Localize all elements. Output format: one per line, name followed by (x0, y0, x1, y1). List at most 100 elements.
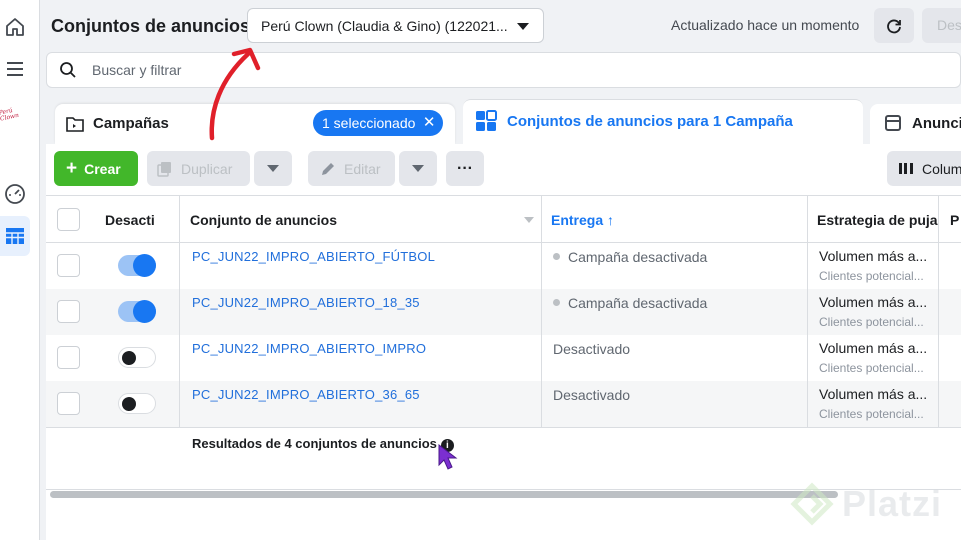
bid-strategy-subtext: Clientes potencial... (819, 407, 924, 421)
table-row[interactable]: PC_JUN22_IMPRO_ABIERTO_36_65 Desactivado V… (46, 381, 961, 427)
selected-filter-pill[interactable]: 1 seleccionado ✕ (313, 110, 444, 136)
edit-button[interactable]: Editar (308, 151, 395, 186)
bid-strategy: Volumen más a... (819, 294, 928, 310)
more-icon: ··· (457, 159, 473, 177)
chevron-down-icon (517, 23, 529, 30)
search-placeholder: Buscar y filtrar (92, 62, 182, 78)
gauge-icon[interactable] (0, 179, 30, 209)
more-options-button[interactable]: ··· (446, 151, 484, 186)
bid-strategy: Volumen más a... (819, 386, 928, 402)
tab-campaigns-label: Campañas (93, 115, 169, 132)
account-select[interactable]: Perú Clown (Claudia & Gino) (122021... (247, 8, 544, 43)
adset-name-link[interactable]: PC_JUN22_IMPRO_ABIERTO_36_65 (192, 387, 420, 402)
tab-ads-label: Anunci (912, 115, 961, 132)
duplicate-dropdown-button[interactable] (254, 151, 292, 186)
account-select-value: Perú Clown (Claudia & Gino) (122021... (261, 18, 508, 34)
delivery-status-text: Desactivado (553, 341, 631, 357)
tab-ads[interactable]: Anunci (870, 104, 961, 144)
column-header-next[interactable]: P (950, 212, 959, 228)
account-logo[interactable]: Perú Clown (0, 105, 28, 128)
header: Conjuntos de anuncios Perú Clown (Claudi… (40, 0, 961, 52)
bid-strategy: Volumen más a... (819, 340, 928, 356)
tab-adsets-label: Conjuntos de anuncios para 1 Campaña (507, 113, 793, 130)
results-summary-row: Resultados de 4 conjuntos de anuncios i (46, 427, 961, 489)
delivery-status: Desactivado (553, 341, 630, 357)
refresh-button[interactable] (874, 8, 914, 43)
row-toggle[interactable] (118, 393, 156, 414)
chevron-down-icon (412, 165, 424, 172)
horizontal-scrollbar[interactable] (50, 491, 838, 498)
platzi-logo-icon (790, 482, 834, 526)
discard-button[interactable]: Des (922, 8, 961, 43)
row-toggle[interactable] (118, 347, 156, 368)
table-header: Desactiv Conjunto de anuncios Entrega ↑ … (46, 195, 961, 243)
row-checkbox[interactable] (57, 254, 80, 277)
status-dot-icon (553, 252, 560, 260)
column-header-bid-strategy[interactable]: Estrategia de puja (817, 212, 938, 228)
cursor-icon (438, 443, 458, 470)
pencil-icon (322, 162, 334, 175)
tab-adsets[interactable]: Conjuntos de anuncios para 1 Campaña (463, 99, 863, 145)
bid-strategy-subtext: Clientes potencial... (819, 269, 924, 283)
column-divider (938, 195, 939, 427)
ad-icon (885, 115, 901, 131)
toggle-knob (122, 397, 136, 411)
table-row[interactable]: PC_JUN22_IMPRO_ABIERTO_18_35 Campaña desa… (46, 289, 961, 335)
columns-button[interactable]: Colum (887, 151, 961, 186)
menu-icon[interactable] (0, 54, 30, 84)
sort-caret-icon[interactable] (524, 217, 534, 223)
chevron-down-icon (267, 165, 279, 172)
results-text: Resultados de 4 conjuntos de anuncios (192, 436, 437, 451)
left-rail: Perú Clown (0, 0, 40, 540)
results-summary: Resultados de 4 conjuntos de anuncios i (192, 436, 454, 452)
columns-label: Colum (922, 160, 961, 177)
table-row[interactable]: PC_JUN22_IMPRO_ABIERTO_FÚTBOL Campaña des… (46, 243, 961, 289)
column-header-delivery[interactable]: Entrega ↑ (551, 212, 614, 228)
search-input[interactable]: Buscar y filtrar (46, 52, 961, 88)
delivery-status-text: Campaña desactivada (568, 295, 708, 311)
last-updated-text: Actualizado hace un momento (671, 17, 860, 33)
delivery-status: Desactivado (553, 387, 630, 403)
adset-name-link[interactable]: PC_JUN22_IMPRO_ABIERTO_IMPRO (192, 341, 426, 356)
table-icon (0, 221, 30, 251)
platzi-watermark: Platzi (790, 482, 942, 526)
status-dot-icon (553, 298, 560, 306)
duplicate-label: Duplicar (181, 160, 233, 177)
column-header-toggle[interactable]: Desactiv (105, 212, 155, 228)
column-divider (807, 195, 808, 427)
toggle-knob (133, 254, 156, 277)
toggle-knob (133, 300, 156, 323)
delivery-status: Campaña desactivada (553, 249, 707, 265)
bid-strategy: Volumen más a... (819, 248, 928, 264)
close-icon[interactable]: ✕ (423, 110, 436, 136)
row-checkbox[interactable] (57, 300, 80, 323)
duplicate-button[interactable]: Duplicar (147, 151, 250, 186)
columns-icon (899, 163, 913, 174)
page-title: Conjuntos de anuncios (51, 16, 251, 36)
row-toggle[interactable] (118, 254, 156, 277)
copy-icon (157, 161, 171, 177)
table-row[interactable]: PC_JUN22_IMPRO_ABIERTO_IMPRO Desactivado V… (46, 335, 961, 381)
create-button[interactable]: + Crear (54, 151, 138, 186)
plus-icon: + (66, 158, 78, 179)
row-checkbox[interactable] (57, 392, 80, 415)
row-checkbox[interactable] (57, 346, 80, 369)
search-icon (59, 61, 77, 84)
toggle-knob (122, 351, 136, 365)
edit-label: Editar (344, 160, 381, 177)
home-icon[interactable] (0, 12, 30, 42)
delivery-status: Campaña desactivada (553, 295, 707, 311)
row-toggle[interactable] (118, 300, 156, 323)
adset-name-link[interactable]: PC_JUN22_IMPRO_ABIERTO_FÚTBOL (192, 249, 435, 264)
grid-icon (475, 110, 497, 137)
watermark-text: Platzi (842, 483, 943, 524)
adset-name-link[interactable]: PC_JUN22_IMPRO_ABIERTO_18_35 (192, 295, 420, 310)
folder-icon (66, 116, 84, 137)
edit-dropdown-button[interactable] (399, 151, 437, 186)
delivery-status-text: Campaña desactivada (568, 249, 708, 265)
refresh-icon (887, 19, 901, 33)
column-header-adset[interactable]: Conjunto de anuncios (190, 212, 337, 228)
discard-label: Des (937, 17, 961, 33)
select-all-checkbox[interactable] (57, 208, 80, 231)
bid-strategy-subtext: Clientes potencial... (819, 315, 924, 329)
